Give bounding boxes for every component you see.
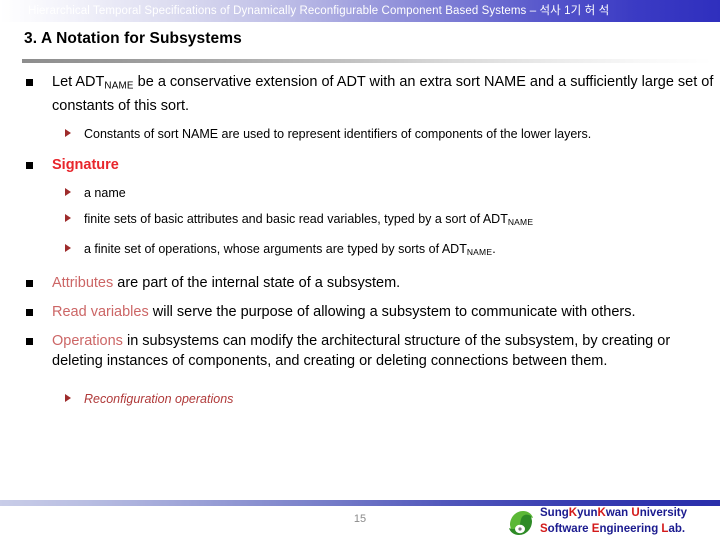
title-divider — [22, 59, 712, 63]
subbullet-finite-set-operations: a finite set of operations, whose argume… — [0, 240, 720, 261]
univ-u: U — [631, 507, 640, 519]
subbullet-text: a name — [84, 186, 126, 201]
bullet-text-adt-prefix: Let ADT — [52, 74, 105, 90]
subbullet-text: Reconfiguration operations — [84, 391, 234, 406]
bullet-text-adt-subscript: NAME — [104, 80, 134, 92]
subbullet-text-subscript: NAME — [507, 217, 534, 228]
footer-logo-text: SungKyunKwan University Software Enginee… — [540, 505, 687, 537]
footer-university-name: SungKyunKwan University — [540, 505, 687, 521]
bullet-item-attributes: Attributes are part of the internal stat… — [0, 273, 720, 293]
lab-ngineering: ngineering — [599, 523, 662, 535]
lab-oftware: oftware — [547, 523, 592, 535]
square-bullet-icon — [26, 279, 33, 287]
bullet-accent-operations: Operations — [52, 332, 123, 349]
univ-k2: K — [597, 507, 606, 519]
univ-ung: ung — [547, 507, 569, 519]
slide-body: Let ADTNAME be a conservative extension … — [0, 72, 720, 410]
subbullet-constants-of-sort-name: Constants of sort NAME are used to repre… — [0, 125, 720, 143]
subbullet-text: finite sets of basic attributes and basi… — [84, 212, 508, 227]
subbullet-text-subscript: NAME — [466, 246, 493, 257]
univ-k1: K — [568, 507, 578, 519]
triangle-bullet-icon — [65, 393, 71, 402]
bullet-item-read-variables: Read variables will serve the purpose of… — [0, 302, 720, 322]
triangle-bullet-icon — [65, 214, 71, 223]
subbullet-text: Constants of sort NAME are used to repre… — [84, 127, 592, 142]
square-bullet-icon — [26, 162, 33, 170]
subbullet-reconfiguration-operations: Reconfiguration operations — [0, 390, 720, 408]
subbullet-a-name: a name — [0, 184, 720, 202]
univ-niversity: niversity — [639, 507, 688, 519]
subbullet-text-period: . — [492, 241, 496, 256]
footer-lab-name: Software Engineering Lab. — [540, 521, 687, 537]
univ-wan: wan — [605, 507, 632, 519]
subbullet-text: a finite set of operations, whose argume… — [84, 241, 467, 256]
triangle-bullet-icon — [65, 243, 71, 252]
bullet-text-signature: Signature — [52, 157, 119, 174]
bullet-item-adt: Let ADTNAME be a conservative extension … — [0, 72, 720, 116]
bullet-item-signature: Signature — [0, 155, 720, 175]
skku-logo-icon — [506, 508, 536, 538]
triangle-bullet-icon — [65, 129, 71, 138]
lab-ab: ab. — [668, 523, 686, 535]
univ-s: S — [540, 507, 548, 519]
bullet-accent-attributes: Attributes — [52, 274, 114, 291]
square-bullet-icon — [26, 337, 33, 345]
bullet-text-adt-suffix: be a conservative extension of ADT with … — [52, 74, 714, 115]
triangle-bullet-icon — [65, 188, 71, 197]
page-title: 3. A Notation for Subsystems — [24, 30, 242, 47]
subbullet-finite-sets: finite sets of basic attributes and basi… — [0, 210, 720, 231]
bullet-text-read-variables: will serve the purpose of allowing a sub… — [148, 303, 636, 320]
bullet-item-operations: Operations in subsystems can modify the … — [0, 331, 720, 371]
lab-s: S — [540, 523, 548, 535]
square-bullet-icon — [26, 79, 33, 86]
univ-yun: yun — [577, 507, 598, 519]
bullet-text-operations: in subsystems can modify the architectur… — [52, 332, 671, 369]
square-bullet-icon — [26, 308, 33, 316]
header-title: Hierarchical Temporal Specifications of … — [28, 5, 610, 17]
bullet-accent-read-variables: Read variables — [52, 303, 149, 320]
footer-branding: SungKyunKwan University Software Enginee… — [506, 505, 720, 539]
bullet-text-attributes: are part of the internal state of a subs… — [113, 274, 401, 291]
